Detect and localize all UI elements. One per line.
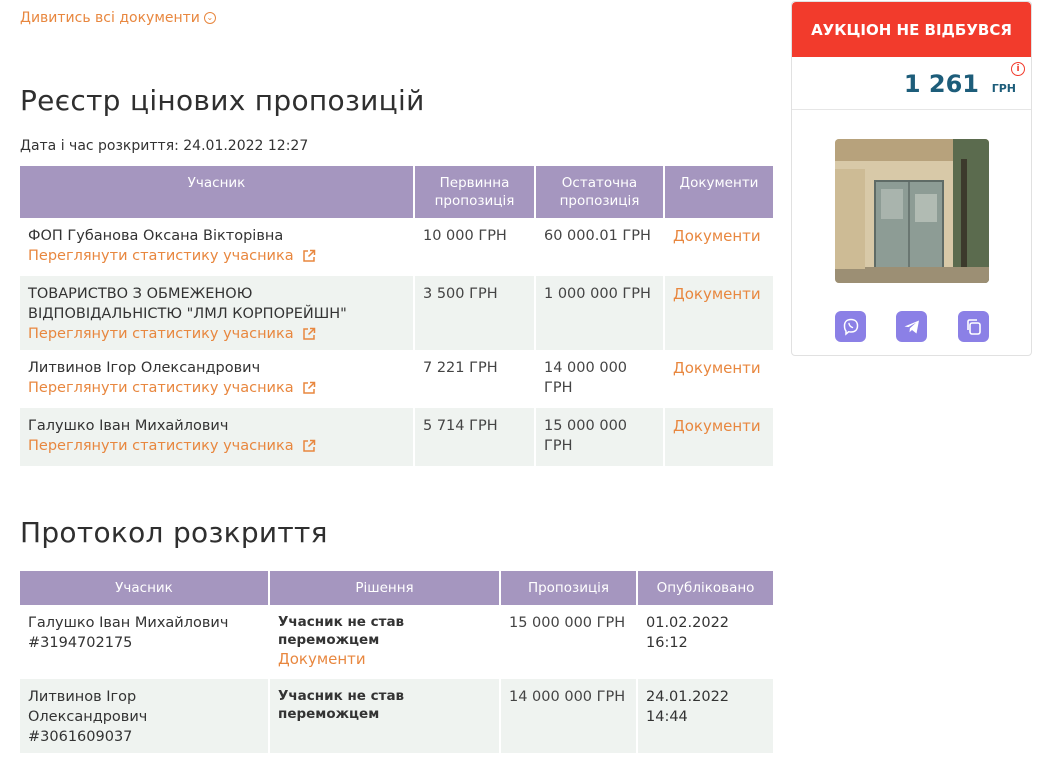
table-row: ФОП Губанова Оксана Вікторівна Перегляну… <box>20 218 773 276</box>
final-offer: 60 000.01 ГРН <box>536 218 665 276</box>
initial-offer: 5 714 ГРН <box>415 408 536 466</box>
registry-title: Реєстр цінових пропозицій <box>20 84 425 117</box>
participant-stats-link[interactable]: Переглянути статистику учасника <box>28 246 316 266</box>
auction-status-banner: АУКЦІОН НЕ ВІДБУВСЯ <box>792 2 1031 57</box>
table-row: Литвинов Ігор Олександрович Переглянути … <box>20 350 773 408</box>
participant-stats-link[interactable]: Переглянути статистику учасника <box>28 378 316 398</box>
table-row: Галушко Іван Михайлович Переглянути стат… <box>20 408 773 466</box>
col-offer: Пропозиція <box>501 571 638 605</box>
participant-name: Литвинов Ігор Олександрович <box>28 360 261 376</box>
initial-offer: 7 221 ГРН <box>415 350 536 408</box>
lot-photo[interactable] <box>835 139 989 283</box>
col-final-offer: Остаточна пропозиція <box>536 166 665 218</box>
offer-value: 15 000 000 ГРН <box>501 605 638 679</box>
viber-icon[interactable] <box>835 311 866 342</box>
info-icon[interactable]: i <box>1011 62 1025 76</box>
external-link-icon <box>302 327 315 340</box>
documents-link[interactable]: Документи <box>673 227 761 245</box>
decision-text: Учасник не став переможцем <box>278 614 405 648</box>
col-decision: Рішення <box>270 571 501 605</box>
documents-link[interactable]: Документи <box>673 285 761 303</box>
col-published: Опубліковано <box>638 571 773 605</box>
initial-offer: 10 000 ГРН <box>415 218 536 276</box>
col-participant: Учасник <box>20 166 415 218</box>
participant-name: ФОП Губанова Оксана Вікторівна <box>28 228 284 244</box>
col-documents: Документи <box>665 166 773 218</box>
chevron-down-icon: ⌄ <box>203 12 216 24</box>
price-value: 1 261 <box>903 70 979 98</box>
external-link-icon <box>302 249 315 262</box>
col-participant: Учасник <box>20 571 270 605</box>
participant-name: Галушко Іван Михайлович <box>28 418 229 434</box>
table-row: Литвинов Ігор Олександрович #3061609037 … <box>20 679 773 753</box>
telegram-icon[interactable] <box>896 311 927 342</box>
participant-name: Галушко Іван Михайлович <box>28 615 229 631</box>
initial-offer: 3 500 ГРН <box>415 276 536 350</box>
participant-stats-link[interactable]: Переглянути статистику учасника <box>28 324 316 344</box>
participant-id: #3194702175 <box>28 635 133 651</box>
view-all-documents-label: Дивитись всі документи <box>20 10 200 26</box>
participant-name: ТОВАРИСТВО З ОБМЕЖЕНОЮ ВІДПОВІДАЛЬНІСТЮ … <box>28 286 347 322</box>
protocol-table: Учасник Рішення Пропозиція Опубліковано … <box>20 571 773 753</box>
table-row: Галушко Іван Михайлович #3194702175 Учас… <box>20 605 773 679</box>
participant-stats-link[interactable]: Переглянути статистику учасника <box>28 436 316 456</box>
offer-value: 14 000 000 ГРН <box>501 679 638 753</box>
copy-icon[interactable] <box>958 311 989 342</box>
decision-text: Учасник не став переможцем <box>278 688 405 722</box>
price-offers-table: Учасник Первинна пропозиція Остаточна пр… <box>20 166 773 466</box>
documents-link[interactable]: Документи <box>673 417 761 435</box>
table-row: ТОВАРИСТВО З ОБМЕЖЕНОЮ ВІДПОВІДАЛЬНІСТЮ … <box>20 276 773 350</box>
external-link-icon <box>302 439 315 452</box>
price-currency: ГРН <box>991 82 1016 95</box>
col-initial-offer: Первинна пропозиція <box>415 166 536 218</box>
documents-link[interactable]: Документи <box>278 649 491 669</box>
view-all-documents-link[interactable]: Дивитись всі документи ⌄ <box>20 10 216 26</box>
protocol-title: Протокол розкриття <box>20 516 328 549</box>
garage-photo-image <box>835 139 989 283</box>
final-offer: 15 000 000 ГРН <box>536 408 665 466</box>
published-date: 24.01.2022 <box>646 689 730 705</box>
published-date: 01.02.2022 <box>646 615 730 631</box>
published-time: 16:12 <box>646 635 688 651</box>
auction-summary-panel: АУКЦІОН НЕ ВІДБУВСЯ 1 261 ГРН i <box>791 1 1032 356</box>
open-date: Дата і час розкриття: 24.01.2022 12:27 <box>20 138 309 154</box>
price-row: 1 261 ГРН i <box>792 57 1031 110</box>
participant-id: #3061609037 <box>28 729 133 745</box>
documents-link[interactable]: Документи <box>673 359 761 377</box>
external-link-icon <box>302 381 315 394</box>
participant-name: Литвинов Ігор Олександрович <box>28 689 148 725</box>
final-offer: 14 000 000 ГРН <box>536 350 665 408</box>
final-offer: 1 000 000 ГРН <box>536 276 665 350</box>
published-time: 14:44 <box>646 709 688 725</box>
